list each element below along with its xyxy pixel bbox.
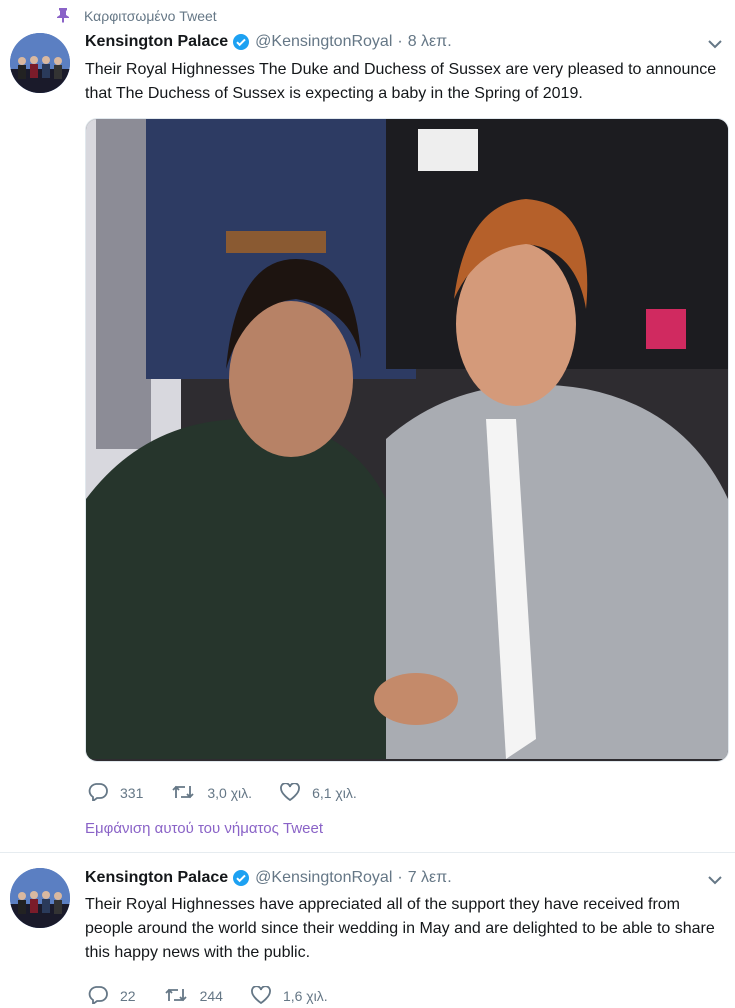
tweet-actions: 22 244 1,6 χιλ. xyxy=(88,984,356,1008)
timestamp[interactable]: 7 λεπ. xyxy=(408,869,452,887)
retweet-button[interactable]: 3,0 χιλ. xyxy=(171,783,252,804)
like-icon xyxy=(280,781,312,804)
avatar[interactable] xyxy=(10,868,70,928)
chevron-down-icon[interactable] xyxy=(705,34,725,54)
separator: · xyxy=(397,33,403,50)
retweet-button[interactable]: 244 xyxy=(164,986,223,1007)
tweet-header: Kensington Palace @KensingtonRoyal · 7 λ… xyxy=(85,867,452,889)
chevron-down-icon[interactable] xyxy=(705,870,725,890)
pin-icon xyxy=(56,7,84,26)
reply-button[interactable]: 331 xyxy=(88,782,144,804)
author-handle[interactable]: @KensingtonRoyal xyxy=(255,869,392,887)
verified-icon xyxy=(232,869,250,887)
tweet-text: Their Royal Highnesses have appreciated … xyxy=(85,896,715,961)
tweet-header: Kensington Palace @KensingtonRoyal · 8 λ… xyxy=(85,31,452,53)
retweet-count: 3,0 χιλ. xyxy=(207,785,253,801)
tweet-photo[interactable] xyxy=(85,118,729,762)
like-button[interactable]: 6,1 χιλ. xyxy=(280,781,357,804)
like-count: 6,1 χιλ. xyxy=(312,785,357,801)
avatar[interactable] xyxy=(10,33,70,93)
author-name[interactable]: Kensington Palace xyxy=(85,869,228,887)
retweet-icon xyxy=(164,986,200,1007)
author-name[interactable]: Kensington Palace xyxy=(85,33,228,51)
tweet-actions: 331 3,0 χιλ. 6,1 χιλ. xyxy=(88,781,385,805)
reply-button[interactable]: 22 xyxy=(88,985,136,1007)
verified-icon xyxy=(232,33,250,51)
retweet-icon xyxy=(171,783,207,804)
reply-icon xyxy=(88,985,120,1007)
show-thread-link[interactable]: Εμφάνιση αυτού του νήματος Tweet xyxy=(85,820,323,837)
like-button[interactable]: 1,6 χιλ. xyxy=(251,984,328,1007)
timestamp[interactable]: 8 λεπ. xyxy=(408,33,452,51)
like-icon xyxy=(251,984,283,1007)
reply-count: 331 xyxy=(120,785,144,801)
tweet-divider xyxy=(0,852,735,853)
reply-icon xyxy=(88,782,120,804)
pinned-tweet-label: Καρφιτσωμένο Tweet xyxy=(56,5,217,27)
author-handle[interactable]: @KensingtonRoyal xyxy=(255,33,392,51)
tweet-text: Their Royal Highnesses The Duke and Duch… xyxy=(85,61,717,102)
separator: · xyxy=(397,869,403,886)
